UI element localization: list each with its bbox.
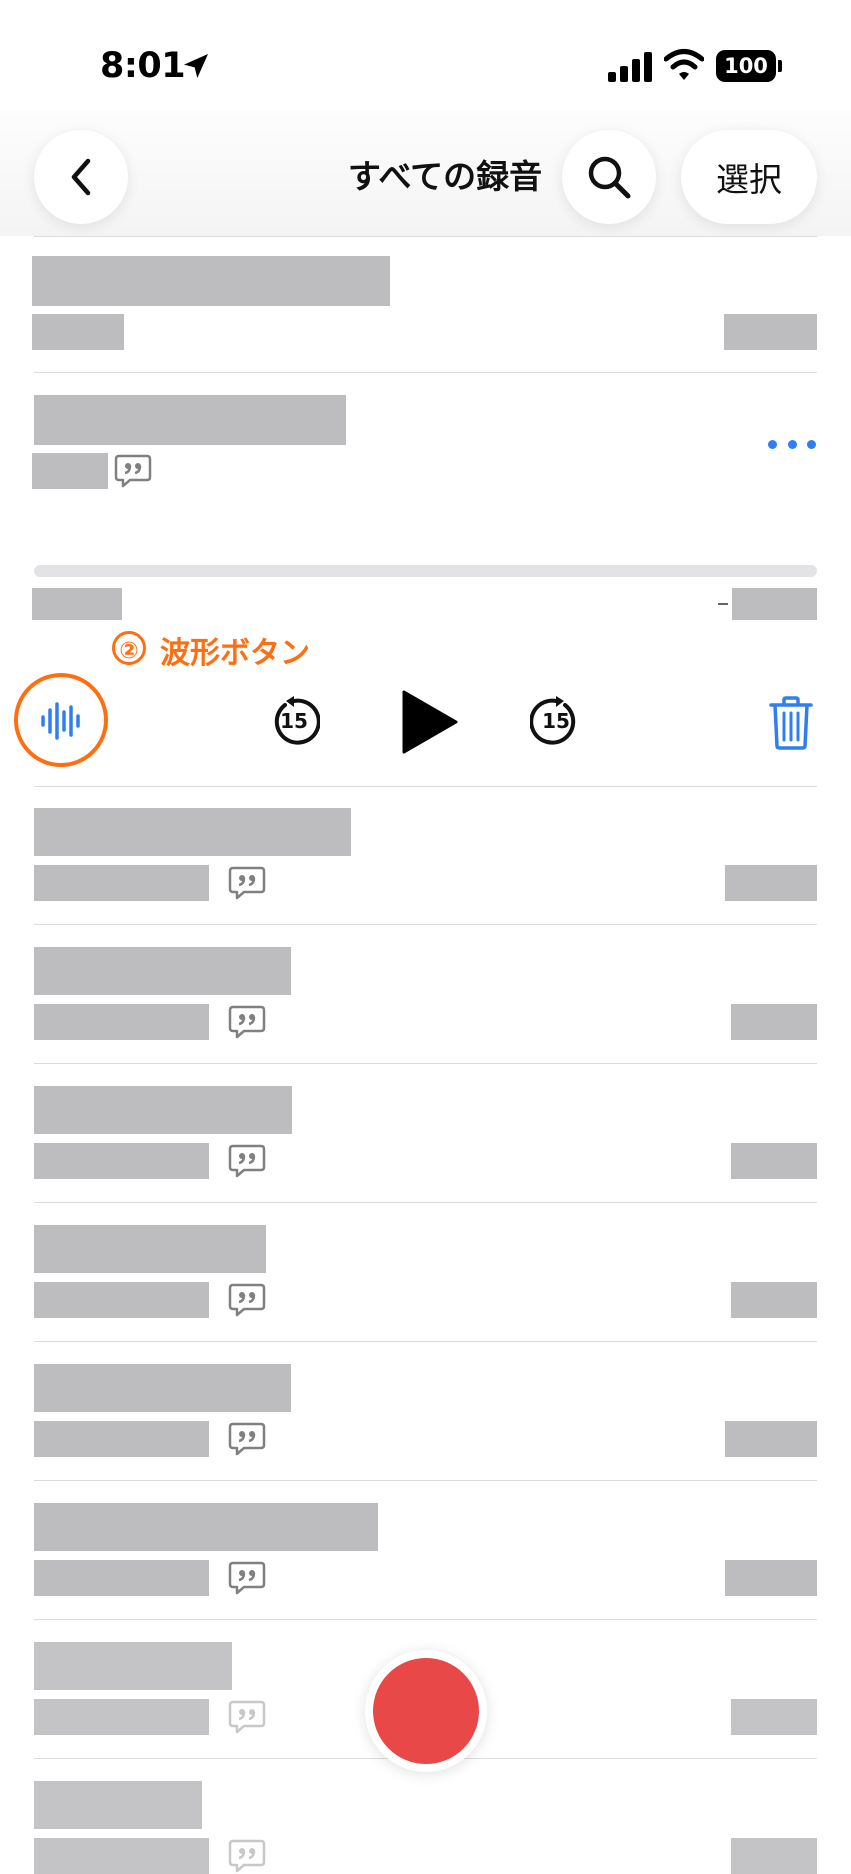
ellipsis-dot	[787, 440, 797, 449]
divider	[34, 1480, 817, 1481]
recording-date-redacted	[34, 1421, 209, 1457]
recording-title-redacted	[34, 1225, 266, 1273]
ellipsis-dot	[807, 440, 816, 449]
quote-bubble-icon[interactable]	[228, 865, 266, 901]
recording-duration-redacted	[731, 1838, 817, 1874]
divider	[34, 1619, 817, 1620]
recording-title-redacted	[34, 1781, 202, 1829]
skip-forward-seconds: 15	[542, 709, 570, 733]
recording-duration-redacted	[731, 1004, 817, 1040]
recording-date-redacted	[34, 1838, 209, 1874]
recording-title-redacted	[34, 1364, 291, 1412]
waveform-icon[interactable]	[38, 698, 84, 744]
recording-date-redacted	[34, 1282, 209, 1318]
divider	[34, 372, 817, 373]
recording-title-redacted	[34, 1503, 378, 1551]
chevron-left-icon	[71, 158, 91, 196]
divider	[34, 1063, 817, 1064]
recording-date-redacted	[34, 1004, 209, 1040]
divider	[34, 924, 817, 925]
recording-duration-redacted	[731, 1143, 817, 1179]
elapsed-time-redacted	[32, 588, 122, 620]
page-title: すべての録音	[347, 157, 543, 196]
minus-sign	[718, 603, 728, 605]
play-icon[interactable]	[400, 690, 458, 754]
back-button[interactable]	[34, 130, 128, 224]
recording-title-redacted	[34, 947, 291, 995]
skip-forward-15-button[interactable]: 15	[529, 696, 582, 748]
recording-date-redacted	[32, 453, 108, 489]
divider	[34, 1341, 817, 1342]
battery-indicator: 100	[716, 50, 782, 82]
skip-back-seconds: 15	[280, 709, 308, 733]
recording-title-redacted	[34, 1086, 292, 1134]
cellular-signal-icon	[608, 52, 652, 82]
wifi-icon	[664, 49, 704, 80]
quote-bubble-icon[interactable]	[228, 1143, 266, 1179]
quote-bubble-icon[interactable]	[228, 1004, 266, 1040]
record-button[interactable]	[373, 1658, 479, 1764]
recording-duration-redacted	[731, 1282, 817, 1318]
divider	[34, 786, 817, 787]
quote-bubble-icon[interactable]	[228, 1838, 266, 1874]
quote-bubble-icon[interactable]	[114, 453, 152, 489]
quote-bubble-icon[interactable]	[228, 1282, 266, 1318]
recording-title-redacted	[32, 256, 390, 306]
quote-bubble-icon[interactable]	[228, 1421, 266, 1457]
status-time: 8:01	[100, 46, 186, 86]
location-arrow-icon	[184, 54, 208, 78]
recording-date-redacted	[34, 865, 209, 901]
recording-duration-redacted	[725, 1560, 817, 1596]
search-icon	[588, 156, 631, 199]
more-options-button[interactable]	[768, 440, 816, 452]
search-button[interactable]	[562, 130, 656, 224]
recording-duration-redacted	[724, 314, 817, 350]
trash-icon[interactable]	[768, 696, 814, 750]
divider	[34, 236, 817, 237]
recording-date-redacted	[32, 314, 124, 350]
playback-scrubber[interactable]	[34, 565, 817, 577]
annotation-number: ②	[112, 631, 146, 665]
quote-bubble-icon[interactable]	[228, 1560, 266, 1596]
ellipsis-dot	[768, 440, 777, 449]
recording-duration-redacted	[731, 1699, 817, 1735]
recording-title-redacted	[34, 395, 346, 445]
recording-title-redacted	[34, 808, 351, 856]
skip-back-15-button[interactable]: 15	[268, 696, 321, 748]
remaining-time-redacted	[732, 588, 817, 620]
recording-duration-redacted	[725, 1421, 817, 1457]
annotation-label: 波形ボタン	[160, 636, 310, 671]
recording-date-redacted	[34, 1699, 209, 1735]
divider	[34, 1202, 817, 1203]
quote-bubble-icon[interactable]	[228, 1699, 266, 1735]
recording-date-redacted	[34, 1143, 209, 1179]
recording-title-redacted	[34, 1642, 232, 1690]
recording-date-redacted	[34, 1560, 209, 1596]
recording-duration-redacted	[725, 865, 817, 901]
select-button[interactable]: 選択	[681, 130, 817, 224]
